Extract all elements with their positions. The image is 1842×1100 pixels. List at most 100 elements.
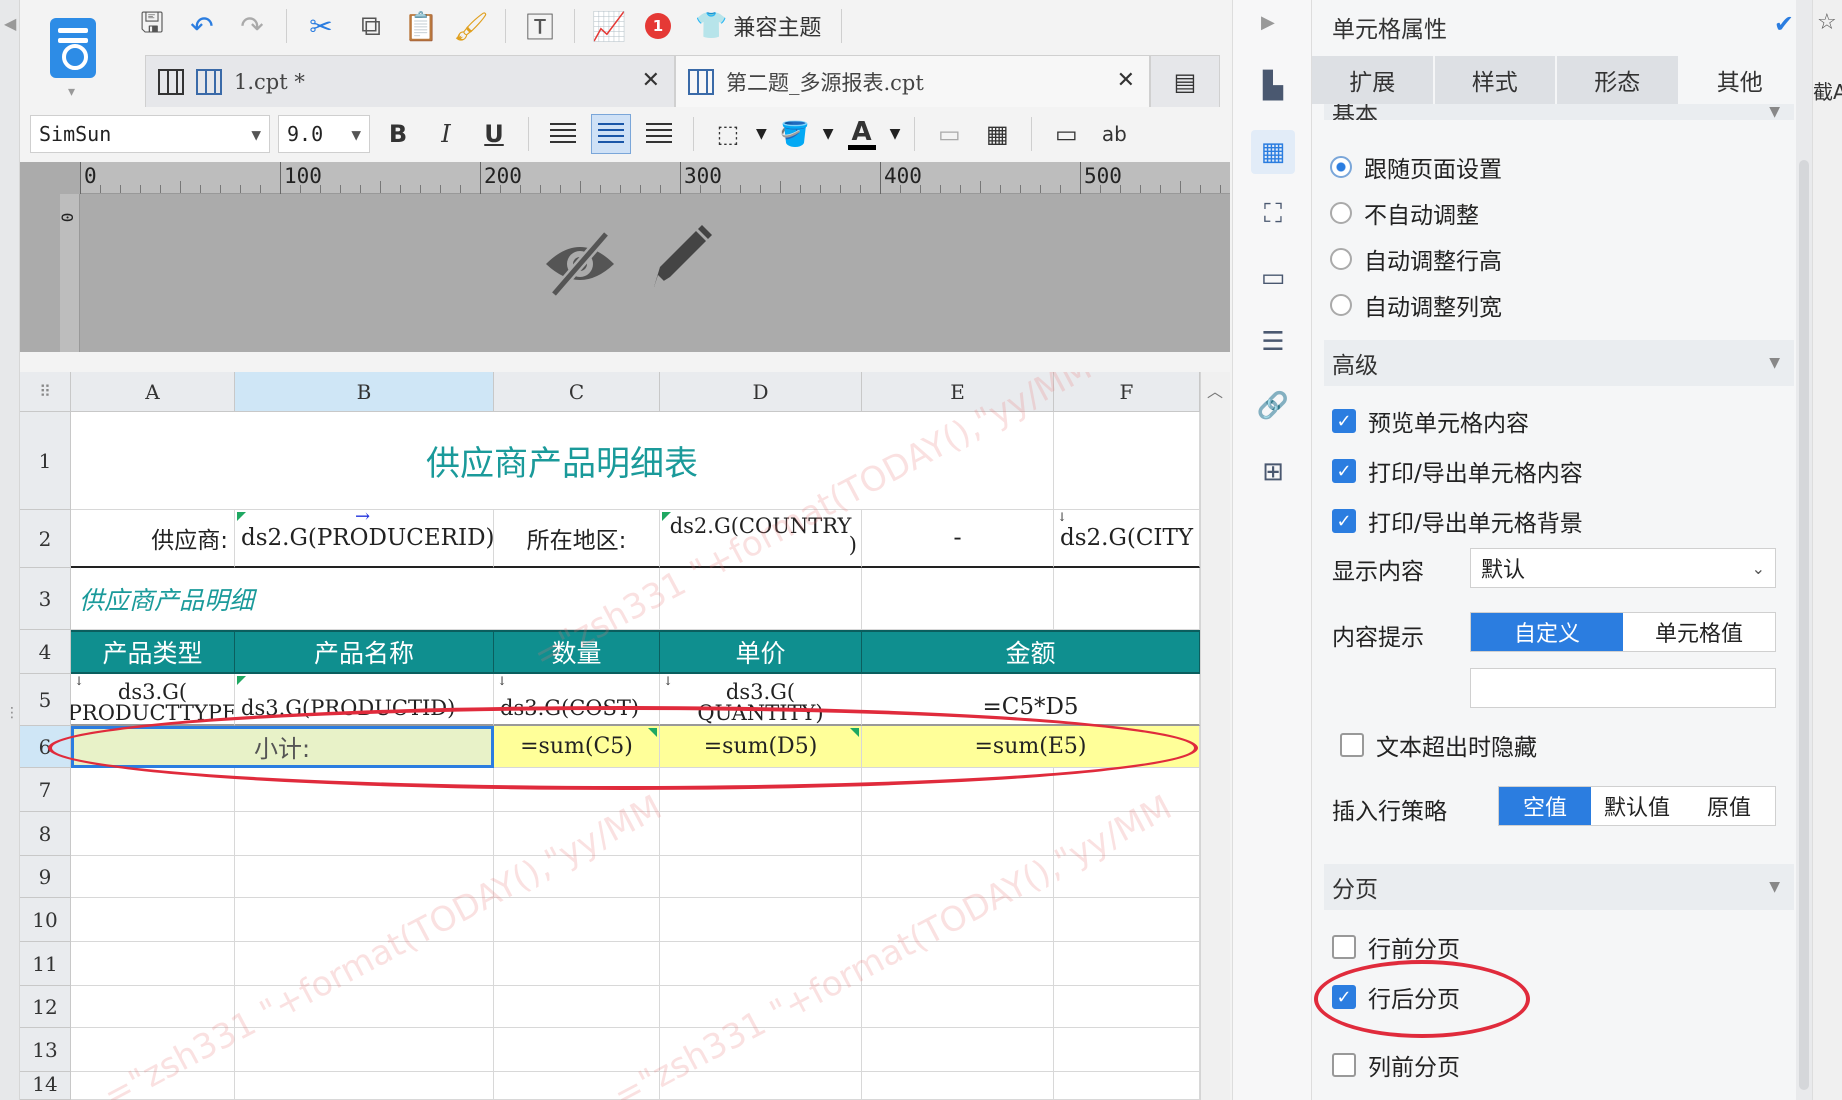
save-button[interactable]: 🖫 <box>130 4 174 48</box>
display-content-select[interactable]: 默认 ⌄ <box>1470 548 1776 588</box>
close-icon[interactable]: ✕ <box>642 68 660 93</box>
empty-cell[interactable] <box>862 942 1054 986</box>
empty-cell[interactable] <box>235 856 494 898</box>
empty-cell[interactable] <box>1054 768 1200 812</box>
border-button[interactable]: ⬚ <box>708 114 748 154</box>
column-header-d[interactable]: D <box>660 372 862 412</box>
empty-cell[interactable] <box>235 768 494 812</box>
preview-button[interactable]: ▾ <box>40 12 110 100</box>
star-icon[interactable]: ☆ <box>1817 10 1837 35</box>
cell-e3[interactable] <box>862 568 1054 630</box>
chevron-left-icon[interactable]: ◀ <box>4 14 16 33</box>
text-direction-button[interactable]: ▭ <box>1046 114 1086 154</box>
row-header-12[interactable]: 12 <box>20 986 71 1028</box>
empty-cell[interactable] <box>71 942 235 986</box>
checkbox-unchecked[interactable] <box>1340 733 1364 757</box>
select-all-corner[interactable]: ⠿ <box>20 372 71 412</box>
section-paging[interactable]: 分页 ▼ <box>1324 864 1794 910</box>
pin-icon[interactable]: ✔ <box>1774 10 1794 38</box>
eye-hide-icon[interactable] <box>540 222 620 302</box>
empty-cell[interactable] <box>235 1028 494 1072</box>
empty-cell[interactable] <box>494 898 660 942</box>
doc-tab-1[interactable]: 1.cpt * ✕ <box>145 55 675 107</box>
insert-option-null[interactable]: 空值 <box>1499 787 1591 825</box>
empty-cell[interactable] <box>1054 1028 1200 1072</box>
paste-button[interactable]: 📋 <box>399 4 443 48</box>
checkbox-checked[interactable]: ✓ <box>1332 509 1356 533</box>
check-page-before-row[interactable]: 行前分页 <box>1332 930 1460 964</box>
empty-cell[interactable] <box>494 812 660 856</box>
empty-cell[interactable] <box>1054 898 1200 942</box>
row-header-4[interactable]: 4 <box>20 630 71 674</box>
radio-button[interactable] <box>1330 202 1352 224</box>
format-painter-button[interactable]: 🖌 <box>449 4 493 48</box>
empty-cell[interactable] <box>71 812 235 856</box>
empty-cell[interactable] <box>660 986 862 1028</box>
empty-cell[interactable] <box>494 1072 660 1100</box>
cell-b2[interactable]: ds2.G(PRODUCERID) → <box>235 510 494 568</box>
radio-button[interactable] <box>1330 248 1352 270</box>
row-header-14[interactable]: 14 <box>20 1072 71 1100</box>
float-element-button[interactable]: ⛶ <box>1251 192 1295 236</box>
tab-shape[interactable]: 形态 <box>1557 56 1680 104</box>
empty-cell[interactable] <box>71 898 235 942</box>
cell-a3[interactable]: 供应商产品明细 <box>71 568 660 630</box>
tabs-menu-button[interactable]: ▤ <box>1150 55 1220 107</box>
row-header-7[interactable]: 7 <box>20 768 71 812</box>
empty-cell[interactable] <box>71 856 235 898</box>
empty-cell[interactable] <box>1054 986 1200 1028</box>
italic-button[interactable]: I <box>426 114 466 154</box>
empty-cell[interactable] <box>494 986 660 1028</box>
chevron-down-icon[interactable]: ▼ <box>756 126 767 142</box>
empty-cell[interactable] <box>71 1072 235 1100</box>
column-header-c[interactable]: C <box>494 372 660 412</box>
empty-cell[interactable] <box>862 1028 1054 1072</box>
row-header-11[interactable]: 11 <box>20 942 71 986</box>
radio-follow-page[interactable]: 跟随页面设置 <box>1330 150 1502 184</box>
checkbox-checked[interactable]: ✓ <box>1332 459 1356 483</box>
cell-e6[interactable]: =sum(E5) <box>862 726 1200 768</box>
column-header-f[interactable]: F <box>1054 372 1200 412</box>
chart-preview-button[interactable]: 📈 <box>587 4 631 48</box>
align-right-button[interactable] <box>639 114 679 154</box>
cell-a2[interactable]: 供应商: <box>71 510 235 568</box>
report-title-cell[interactable]: 供应商产品明细表 <box>71 412 1054 510</box>
empty-cell[interactable] <box>71 986 235 1028</box>
notification-badge[interactable]: 1 <box>645 13 671 39</box>
insert-option-default[interactable]: 默认值 <box>1591 787 1683 825</box>
cell-b5[interactable]: ds3.G(PRODUCTID) <box>235 674 494 726</box>
empty-cell[interactable] <box>660 768 862 812</box>
empty-cell[interactable] <box>660 942 862 986</box>
section-basic[interactable]: 基本 ▼ <box>1324 104 1794 120</box>
copy-button[interactable]: ⧉ <box>349 4 393 48</box>
cell-d2[interactable]: ds2.G(COUNTRY ) <box>660 510 862 568</box>
insert-option-original[interactable]: 原值 <box>1683 787 1775 825</box>
chevron-down-icon[interactable]: ▼ <box>890 126 901 142</box>
section-advanced[interactable]: 高级 ▼ <box>1324 340 1794 386</box>
split-cells-button[interactable]: ▦ <box>977 114 1017 154</box>
cell-f3[interactable] <box>1054 568 1200 630</box>
empty-cell[interactable] <box>71 768 235 812</box>
cell-c6[interactable]: =sum(C5) <box>494 726 660 768</box>
font-color-button[interactable]: A <box>842 114 882 154</box>
cell-a6-selected[interactable]: 小计: <box>71 726 494 768</box>
chevron-down-icon[interactable]: ▼ <box>823 126 834 142</box>
header-product-name[interactable]: 产品名称 <box>235 630 494 674</box>
empty-cell[interactable] <box>235 1072 494 1100</box>
cell-a5[interactable]: ↓ ds3.G( PRODUCTTYPE <box>71 674 235 726</box>
underline-button[interactable]: U <box>474 114 514 154</box>
empty-cell[interactable] <box>494 942 660 986</box>
tree-button[interactable]: ⊞ <box>1251 450 1295 494</box>
cell-c5[interactable]: ↓ ds3.G(COST) <box>494 674 660 726</box>
header-quantity[interactable]: 数量 <box>494 630 660 674</box>
check-page-after-row[interactable]: ✓ 行后分页 <box>1332 980 1460 1014</box>
column-header-e[interactable]: E <box>862 372 1054 412</box>
cell-e5[interactable]: =C5*D5 <box>862 674 1200 726</box>
empty-cell[interactable] <box>71 1028 235 1072</box>
doc-tab-2[interactable]: 第二题_多源报表.cpt ✕ <box>675 55 1150 107</box>
spreadsheet-grid[interactable]: ⠿ A B C D E F 1 2 3 4 5 6 7 8 9 10 11 12… <box>20 372 1200 1100</box>
cell-property-button[interactable]: ▦ <box>1251 130 1295 174</box>
tab-expand[interactable]: 扩展 <box>1312 56 1435 104</box>
cell-d3[interactable] <box>660 568 862 630</box>
empty-cell[interactable] <box>494 1028 660 1072</box>
